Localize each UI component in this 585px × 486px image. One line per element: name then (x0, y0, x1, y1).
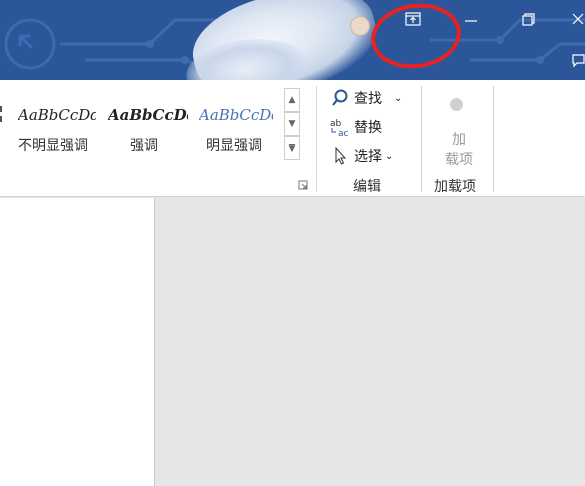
chevron-down-icon: ⌄ (385, 150, 394, 162)
addins-icon (450, 98, 463, 111)
avatar[interactable] (350, 16, 370, 36)
find-label: 查找 (354, 91, 382, 107)
restore-button[interactable] (505, 4, 551, 34)
restore-icon (521, 12, 535, 26)
comment-icon[interactable] (572, 54, 585, 68)
replace-icon: ab ac (330, 117, 350, 137)
select-label: 选择 (354, 149, 382, 165)
title-bar (0, 0, 585, 80)
find-button[interactable]: 查找 ⌄ (330, 86, 402, 110)
chevron-down-icon: ▼ (288, 119, 296, 129)
minimize-icon (465, 20, 477, 22)
styles-dialog-launcher-icon[interactable] (298, 180, 308, 190)
gallery-up-button[interactable]: ▲ (284, 88, 300, 112)
editing-group-label: 编辑 (353, 179, 381, 195)
addins-label-line1: 加 (452, 132, 466, 148)
replace-button[interactable]: ab ac 替换 (330, 115, 382, 139)
chevron-up-icon: ▲ (288, 95, 296, 105)
styles-gallery: AaBbCcDd 不明显强调 AaBbCcDd 强调 AaBbCcDd 明显强调 (0, 88, 284, 154)
style-name: 明显强调 (206, 138, 262, 154)
style-emphasis[interactable]: AaBbCcDd 强调 (100, 88, 190, 154)
gallery-down-button[interactable]: ▼ (284, 112, 300, 136)
addins-group-label: 加载项 (434, 179, 476, 195)
style-sample: AaBbCcDd (18, 106, 96, 124)
style-name: 强调 (130, 138, 158, 154)
document-area (0, 198, 585, 486)
search-icon (330, 88, 350, 108)
ribbon-separator (316, 86, 317, 192)
addins-label-line2: 载项 (445, 152, 473, 168)
svg-text:ab: ab (330, 119, 342, 129)
ribbon-home: AaBbCcDd 不明显强调 AaBbCcDd 强调 AaBbCcDd 明显强调… (0, 80, 585, 197)
document-page[interactable] (0, 198, 155, 486)
selection-edge (0, 106, 2, 122)
minimize-button[interactable] (448, 4, 494, 34)
styles-gallery-scroll: ▲ ▼ ▼ (284, 88, 300, 160)
close-button[interactable] (555, 4, 585, 34)
style-sample: AaBbCcDd (199, 106, 273, 124)
gallery-expand-icon: ▼ (288, 143, 296, 154)
svg-text:ac: ac (338, 129, 349, 137)
ribbon-separator (493, 86, 494, 192)
cursor-icon (330, 146, 350, 166)
addins-button[interactable]: 加 载项 (442, 130, 476, 170)
style-sample: AaBbCcDd (108, 106, 188, 124)
word-window: AaBbCcDd 不明显强调 AaBbCcDd 强调 AaBbCcDd 明显强调… (0, 0, 585, 486)
chevron-down-icon: ⌄ (394, 92, 403, 104)
replace-label: 替换 (354, 120, 382, 136)
style-name: 不明显强调 (18, 138, 88, 154)
ribbon-separator (421, 86, 422, 192)
style-intense-emphasis[interactable]: AaBbCcDd 明显强调 (190, 88, 280, 154)
gallery-more-button[interactable]: ▼ (284, 136, 300, 160)
select-button[interactable]: 选择 ⌄ (330, 144, 393, 168)
style-subtle-emphasis[interactable]: AaBbCcDd 不明显强调 (0, 88, 100, 154)
close-icon (572, 13, 584, 25)
